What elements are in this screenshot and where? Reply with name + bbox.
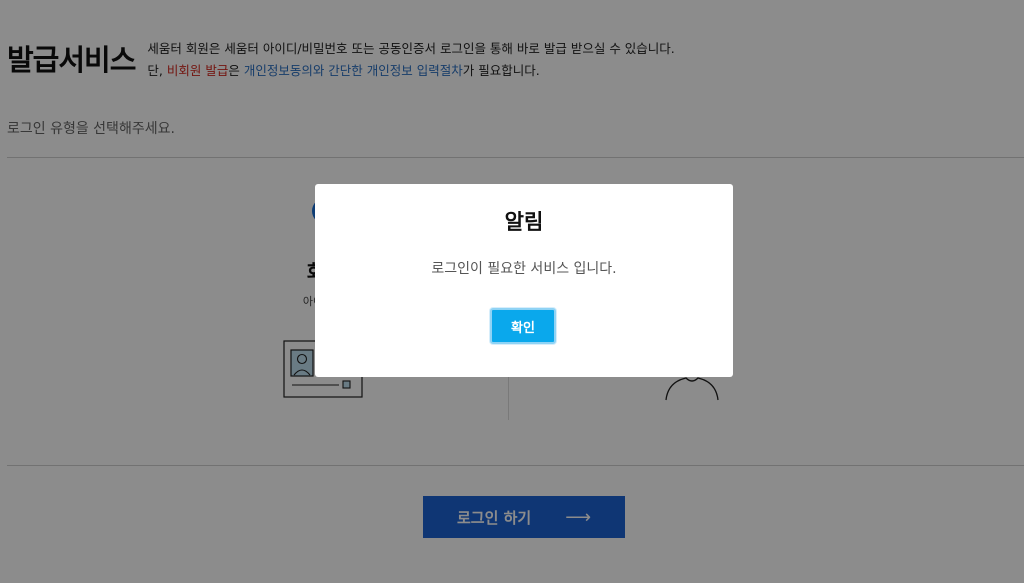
page: 발급서비스 세움터 회원은 세움터 아이디/비밀번호 또는 공동인증서 로그인을… [0, 0, 1024, 583]
alert-modal: 알림 로그인이 필요한 서비스 입니다. 확인 [315, 184, 733, 377]
confirm-button[interactable]: 확인 [490, 308, 556, 344]
modal-title: 알림 [504, 210, 544, 234]
modal-message: 로그인이 필요한 서비스 입니다. [431, 261, 617, 277]
